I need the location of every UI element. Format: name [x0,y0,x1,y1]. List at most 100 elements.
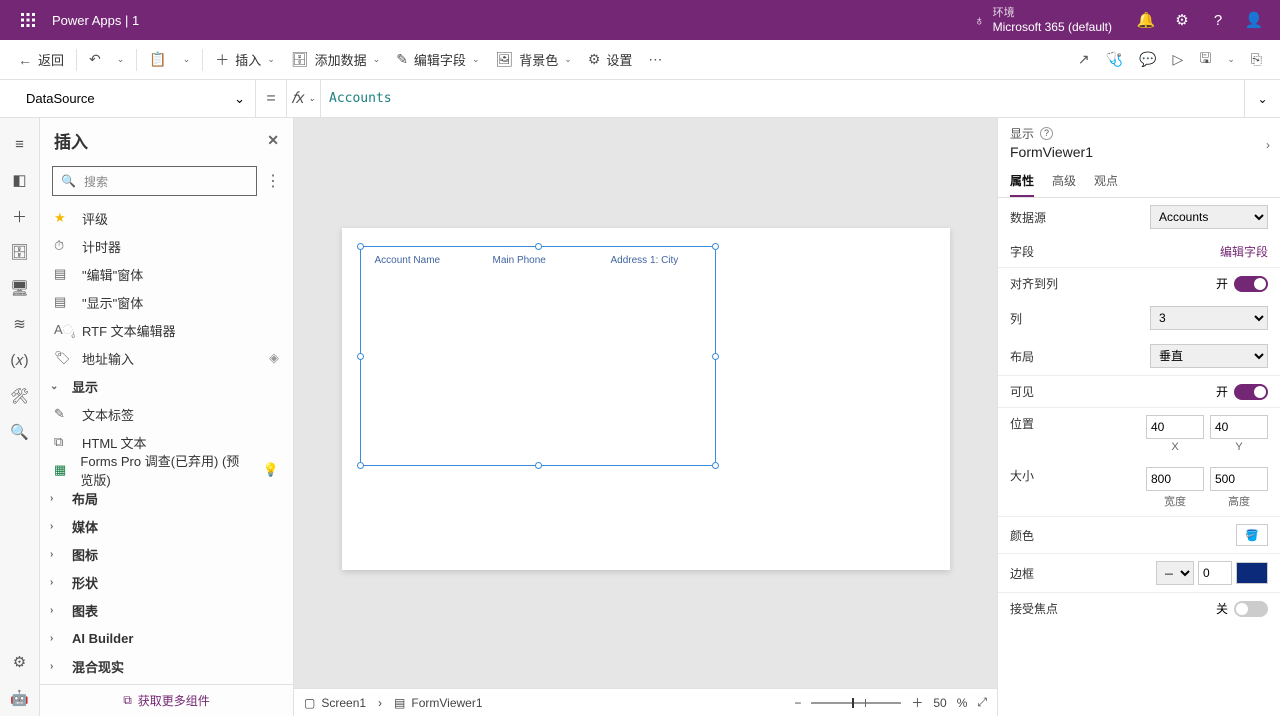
resize-handle[interactable] [712,462,719,469]
save-icon: 🖫 [1199,48,1211,72]
get-more-components-link[interactable]: ⧉ 获取更多组件 [40,684,293,716]
background-button[interactable]: 🖼背景色⌄ [487,40,579,79]
color-picker[interactable]: 🪣 [1236,524,1268,546]
rail-layers-icon[interactable]: ◧ [0,162,40,198]
resize-handle[interactable] [535,243,542,250]
insert-item-timer[interactable]: ⏱计时器 [40,232,293,260]
expand-formula-icon[interactable]: ⌄ [1244,80,1280,117]
info-icon[interactable]: ? [1040,127,1053,140]
insert-item-label[interactable]: ✎文本标签 [40,400,293,428]
border-style-select[interactable]: — [1156,561,1194,585]
breadcrumb-screen[interactable]: ▢Screen1 [304,696,366,710]
share-button[interactable]: ↗ [1070,40,1098,79]
account-icon[interactable]: 👤 [1236,0,1272,40]
tab-advanced[interactable]: 高级 [1052,166,1076,197]
publish-button[interactable]: ⎘ [1243,40,1270,79]
pos-y-input[interactable] [1210,415,1268,439]
rail-search-icon[interactable]: 🔍 [0,414,40,450]
screen-canvas[interactable]: Account Name Main Phone Address 1: City [342,228,950,570]
rail-media-icon[interactable]: 🖥 [0,270,40,306]
save-button[interactable]: 🖫 [1191,40,1219,79]
settings-button[interactable]: ⚙设置 [580,40,641,79]
insert-item-displayform[interactable]: ▤"显示"窗体 [40,288,293,316]
zoom-in-icon[interactable]: ＋ [911,694,923,711]
visible-toggle[interactable] [1234,384,1268,400]
undo-button[interactable]: ↶ [81,40,109,79]
insert-item-editform[interactable]: ▤"编辑"窗体 [40,260,293,288]
rail-settings-icon[interactable]: ⚙ [0,644,40,680]
insert-group-mixedreality[interactable]: ›混合现实 [40,652,293,680]
fx-icon[interactable]: 𝑓x⌄ [286,80,320,117]
rail-tools-icon[interactable]: 🛠 [0,378,40,414]
insert-group-aibuilder[interactable]: ›AI Builder [40,624,293,652]
rail-virtual-agent-icon[interactable]: 🤖 [0,680,40,716]
height-input[interactable] [1210,467,1268,491]
resize-handle[interactable] [535,462,542,469]
resize-handle[interactable] [357,243,364,250]
tab-ideas[interactable]: 观点 [1094,166,1118,197]
edit-fields-button[interactable]: ✎编辑字段⌄ [388,40,487,79]
breadcrumb-control[interactable]: ▤FormViewer1 [394,696,482,710]
fit-screen-icon[interactable]: ⤢ [977,695,987,710]
rail-data-icon[interactable]: 🗄 [0,234,40,270]
insert-group-charts[interactable]: ›图表 [40,596,293,624]
property-selector[interactable]: DataSource ⌄ [16,80,256,117]
rail-flows-icon[interactable]: ≋ [0,306,40,342]
prop-layout-label: 布局 [1010,348,1034,365]
insert-item-address[interactable]: 🏷地址输入◈ [40,344,293,372]
formula-input[interactable]: Accounts [320,80,1244,117]
save-menu[interactable]: ⌄ [1219,40,1243,79]
rail-tree-icon[interactable]: ≡ [0,126,40,162]
waffle-icon[interactable] [8,13,48,27]
insert-item-rating[interactable]: ★评级 [40,204,293,232]
pos-x-input[interactable] [1146,415,1204,439]
insert-item-formspro[interactable]: ▦Forms Pro 调查(已弃用) (预览版)💡 [40,456,293,484]
rail-insert-icon[interactable]: ＋ [0,198,40,234]
collapse-icon[interactable]: › [1266,138,1270,152]
comments-button[interactable]: 💬 [1131,40,1164,79]
border-width-input[interactable] [1198,561,1232,585]
resize-handle[interactable] [712,353,719,360]
form-viewer-control[interactable]: Account Name Main Phone Address 1: City [360,246,716,466]
add-data-button[interactable]: 🗄添加数据⌄ [283,40,388,79]
resize-handle[interactable] [712,243,719,250]
help-icon[interactable]: ? [1200,0,1236,40]
insert-group-icons[interactable]: ›图标 [40,540,293,568]
notifications-icon[interactable]: 🔔 [1128,0,1164,40]
env-label: 环境 [993,6,1112,20]
settings-gear-icon[interactable]: ⚙ [1164,0,1200,40]
resize-handle[interactable] [357,462,364,469]
prop-datasource-select[interactable]: Accounts [1150,205,1268,229]
edit-fields-link[interactable]: 编辑字段 [1220,243,1268,260]
border-color-picker[interactable] [1236,562,1268,584]
more-button[interactable]: ⋯ [640,40,670,79]
environment-picker[interactable]: ♁ 环境 Microsoft 365 (default) [974,6,1112,34]
undo-menu[interactable]: ⌄ [109,40,133,79]
insert-button[interactable]: ＋插入⌄ [207,40,283,79]
checker-button[interactable]: 🩺 [1098,40,1131,79]
width-input[interactable] [1146,467,1204,491]
form-col-2: Main Phone [493,255,546,266]
rail-variables-icon[interactable]: (𝑥) [0,342,40,378]
canvas-area[interactable]: Account Name Main Phone Address 1: City … [294,118,997,716]
zoom-out-icon[interactable]: − [794,696,801,710]
focus-toggle[interactable] [1234,601,1268,617]
more-options-icon[interactable]: ⋮ [265,171,281,191]
tab-properties[interactable]: 属性 [1010,166,1034,197]
insert-group-media[interactable]: ›媒体 [40,512,293,540]
fill-icon: 🪣 [1245,529,1259,542]
close-icon[interactable]: ✕ [267,132,279,149]
prop-layout-select[interactable]: 垂直 [1150,344,1268,368]
resize-handle[interactable] [357,353,364,360]
insert-item-rtf[interactable]: AೖRTF 文本编辑器 [40,316,293,344]
insert-search-input[interactable]: 🔍 搜索 [52,166,257,196]
prop-cols-select[interactable]: 3 [1150,306,1268,330]
paste-menu[interactable]: ⌄ [175,40,199,79]
back-button[interactable]: ←返回 [10,40,72,79]
insert-group-shapes[interactable]: ›形状 [40,568,293,596]
zoom-slider[interactable] [811,702,901,704]
snap-toggle[interactable] [1234,276,1268,292]
insert-group-display[interactable]: ⌄显示 [40,372,293,400]
preview-button[interactable]: ▷ [1165,40,1192,79]
paste-button[interactable]: 📋 [141,40,174,79]
